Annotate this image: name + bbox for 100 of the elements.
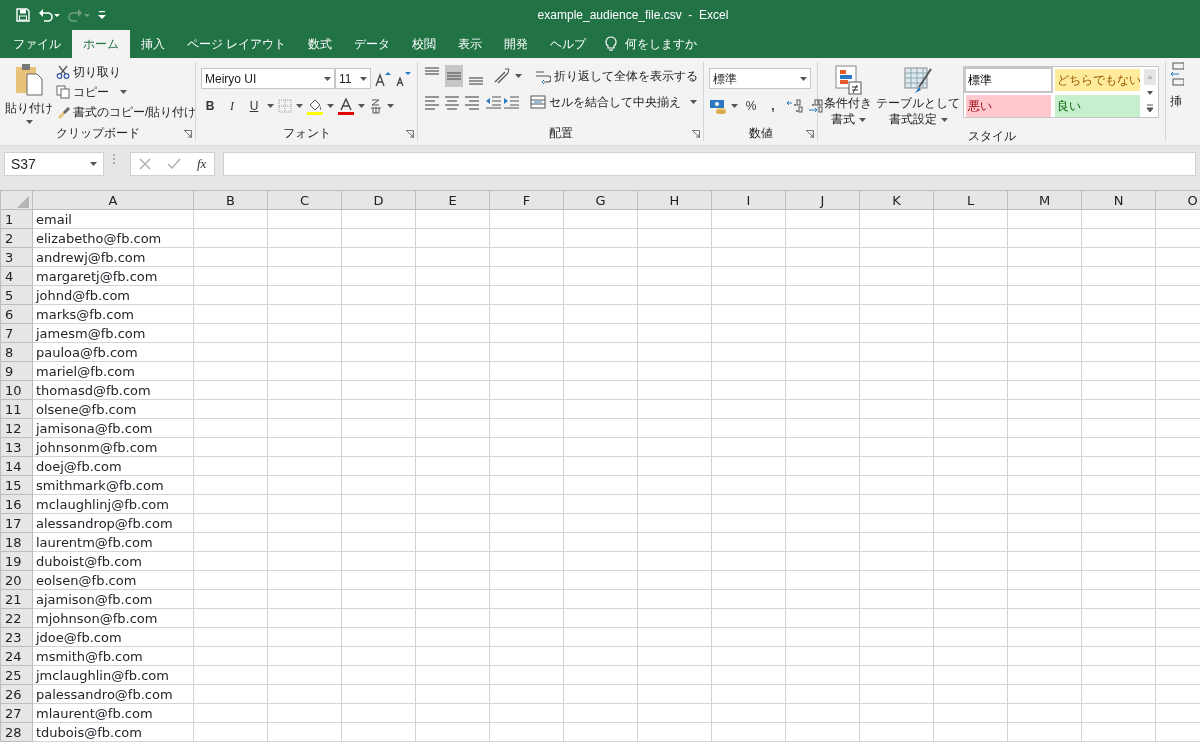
ribbon-tab[interactable]: 校閲 [401,30,448,58]
table-cell: smithmark@fb.com [32,475,194,495]
merge-cells-icon [530,95,546,109]
column-header[interactable]: L [933,190,1008,210]
caret-icon [940,117,948,122]
column-header[interactable]: B [193,190,268,210]
ribbon-tab[interactable]: 数式 [297,30,344,58]
dialog-launcher-icon[interactable] [406,130,414,138]
increase-decimal-icon[interactable] [786,98,804,114]
copy-button[interactable]: コピー [55,82,198,102]
column-header[interactable]: C [267,190,342,210]
grip-icon [112,152,116,166]
cancel-icon[interactable] [139,158,151,170]
paste-button[interactable]: 貼り付け [5,62,53,125]
undo-icon[interactable] [38,8,60,22]
caret-icon[interactable] [358,104,365,108]
column-header[interactable]: K [859,190,934,210]
ribbon-tab[interactable]: 開発 [493,30,540,58]
name-box[interactable]: S37 [4,152,104,176]
table-cell: mlaurent@fb.com [32,703,194,723]
table-cell: email [32,209,194,229]
phonetic-icon[interactable] [369,98,383,114]
column-header[interactable]: E [415,190,490,210]
table-cell: margaretj@fb.com [32,266,194,286]
caret-icon[interactable] [296,104,303,108]
column-header[interactable]: O [1155,190,1200,210]
ribbon-tab[interactable]: データ [343,30,402,58]
fill-color-icon[interactable] [307,97,323,115]
dialog-launcher-icon[interactable] [184,130,192,138]
cell-style-button[interactable]: 標準 [966,69,1051,91]
cell-style-button[interactable]: 悪い [966,95,1051,117]
wrap-text-button[interactable]: 折り返して全体を表示する [534,66,699,86]
insert-label[interactable]: 挿 [1170,92,1198,110]
column-header[interactable]: A [32,190,194,210]
ribbon-tab[interactable]: ホーム [72,30,130,58]
increase-font-icon[interactable] [375,70,391,87]
enter-icon[interactable] [167,158,181,170]
font-name-dropdown[interactable]: Meiryo UI [201,68,335,89]
table-cell: marks@fb.com [32,304,194,324]
format-painter-button[interactable]: 書式のコピー/貼り付け [55,102,198,122]
table-cell: alessandrop@fb.com [32,513,194,533]
merge-center-button[interactable]: セルを結合して中央揃え [529,92,698,112]
caret-icon[interactable] [387,104,394,108]
dialog-launcher-icon[interactable] [692,130,700,138]
column-header[interactable]: J [785,190,860,210]
tell-me-field[interactable]: 何をしますか [625,35,698,53]
decrease-decimal-icon[interactable] [808,98,826,114]
column-header[interactable]: H [637,190,712,210]
table-cell: pauloa@fb.com [32,342,194,362]
text-orientation-icon[interactable] [493,68,511,84]
table-cell: mariel@fb.com [32,361,194,381]
currency-icon[interactable] [709,98,727,114]
table-cell: msmith@fb.com [32,646,194,666]
insert-cells-icon[interactable] [1170,62,1184,88]
percent-button[interactable]: % [742,95,760,117]
format-as-table-button[interactable]: テーブルとして 書式設定 [875,64,961,128]
cell-style-button[interactable]: 良い [1055,95,1140,117]
conditional-formatting-button[interactable]: 条件付き 書式 [823,64,873,128]
column-header[interactable]: D [341,190,416,210]
comma-button[interactable]: , [764,95,782,117]
font-color-icon[interactable] [338,97,354,115]
copy-icon [56,85,70,99]
align-center-icon [444,94,460,110]
table-cell: jdoe@fb.com [32,627,194,647]
column-header[interactable]: N [1081,190,1156,210]
cell-style-button[interactable]: どちらでもない [1055,69,1140,91]
table-cell: tdubois@fb.com [32,722,194,742]
ribbon-tab[interactable]: ファイル [2,30,72,58]
column-header[interactable]: G [563,190,638,210]
cut-button[interactable]: 切り取り [55,62,198,82]
table-cell: johnd@fb.com [32,285,194,305]
lightbulb-icon [605,36,618,52]
caret-icon [858,117,866,122]
column-header[interactable]: M [1007,190,1082,210]
decrease-font-icon[interactable] [395,70,411,87]
column-header[interactable]: I [711,190,786,210]
increase-indent-icon[interactable] [503,95,519,109]
ribbon-tab[interactable]: 表示 [447,30,494,58]
caret-icon[interactable] [267,104,274,108]
caret-icon[interactable] [327,104,334,108]
italic-button[interactable]: I [223,95,241,117]
insert-function-button[interactable]: fx [197,154,207,174]
decrease-indent-icon[interactable] [485,95,501,109]
column-header[interactable]: F [489,190,564,210]
middle-align-button[interactable] [445,65,463,87]
dialog-launcher-icon[interactable] [806,130,814,138]
underline-button[interactable]: U [245,95,263,117]
font-size-dropdown[interactable]: 11 [335,68,371,89]
number-format-dropdown[interactable]: 標準 [709,68,811,89]
caret-icon[interactable] [515,74,522,78]
formula-input[interactable] [223,152,1196,176]
bold-button[interactable]: B [201,95,219,117]
save-icon[interactable] [16,8,30,22]
caret-icon[interactable] [731,104,738,108]
ribbon-tab[interactable]: ページ レイアウト [176,30,298,58]
ribbon-tab[interactable]: 挿入 [130,30,176,58]
customize-icon[interactable] [98,10,106,20]
group-label: 配置 [547,125,574,141]
ribbon-tab[interactable]: ヘルプ [539,30,598,58]
table-cell: andrewj@fb.com [32,247,194,267]
